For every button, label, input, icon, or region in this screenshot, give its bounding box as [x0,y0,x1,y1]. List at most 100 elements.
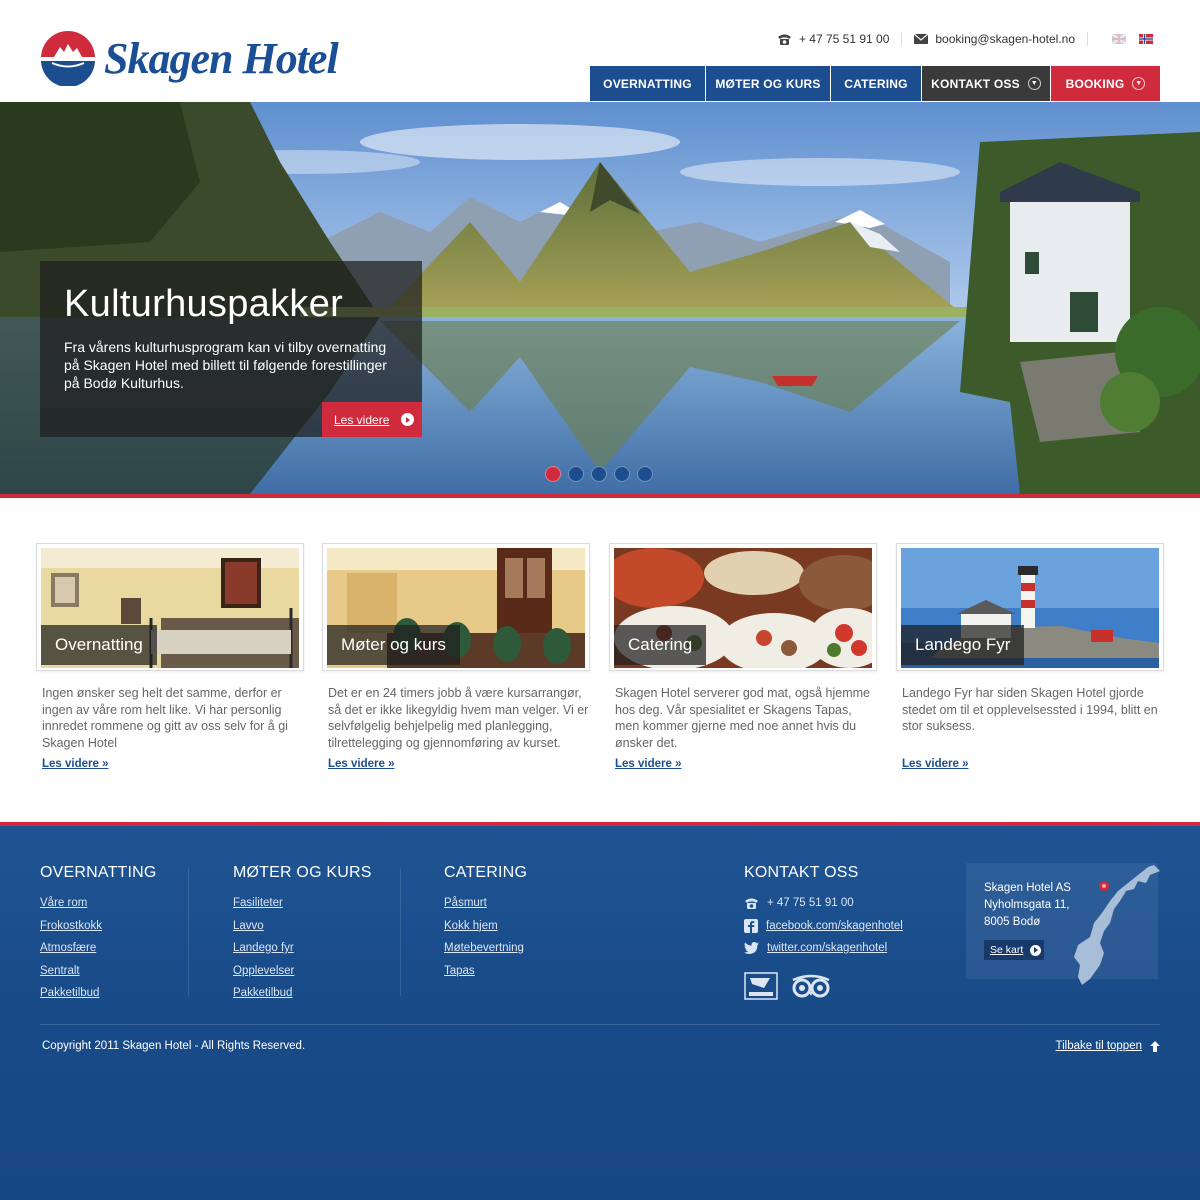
feature-title: Møter og kurs [327,625,460,665]
footer-col-overnatting: Overnatting Våre rom Frokostkokk Atmosfæ… [40,864,157,1005]
footer-twitter: twitter.com/skagenhotel [744,937,903,960]
feature-image-frame[interactable]: Landego Fyr [896,543,1164,671]
see-map-button[interactable]: Se kart [984,940,1044,960]
hero-text: Fra vårens kulturhusprogram kan vi tilby… [64,339,387,391]
footer-link[interactable]: Kokk hjem [444,915,527,938]
footer-col-kontakt: Kontakt oss + 47 75 51 91 00 facebook.co… [744,864,903,1000]
feature-photo: Overnatting [41,548,299,668]
nav-overnatting[interactable]: Overnatting [590,66,706,101]
logo-text: Skagen Hotel [104,33,339,83]
norway-map-icon[interactable] [1054,861,1164,991]
feature-card-catering: Catering Skagen Hotel serverer god mat, … [609,543,877,772]
language-switcher [1112,34,1160,44]
chevron-down-icon: ▼ [1027,77,1041,90]
feature-photo: Landego Fyr [901,548,1159,668]
header-phone[interactable]: + 47 75 51 91 00 [777,32,889,46]
footer-col-catering: Catering Påsmurt Kokk hjem Møtebevertnin… [444,864,527,982]
miljofyrtarn-badge-icon[interactable] [744,971,778,1000]
footer-link[interactable]: Pakketilbud [233,982,372,1005]
feature-card-landego-fyr: Landego Fyr Landego Fyr har siden Skagen… [896,543,1164,772]
footer-link[interactable]: Tapas [444,960,527,983]
feature-read-more-link[interactable]: Les videre » [328,758,394,770]
nav-booking[interactable]: Booking ▼ [1051,66,1160,101]
nav-kontakt-oss[interactable]: Kontakt oss ▼ [922,66,1051,101]
footer-heading: Catering [444,864,528,881]
nav-label: Overnatting [603,76,692,91]
feature-card-overnatting: Overnatting Ingen ønsker seg helt det sa… [36,543,304,772]
phone-icon [745,898,758,909]
phone-icon [777,34,791,45]
slider-dot[interactable] [591,466,607,482]
footer-link[interactable]: Møtebevertning [444,937,527,960]
slider-dot[interactable] [614,466,630,482]
envelope-icon [914,34,929,44]
hero-read-more-button[interactable]: Les videre [322,402,422,437]
slider-pagination [545,466,653,482]
facebook-icon [744,918,758,933]
footer-link[interactable]: Påsmurt [444,892,527,915]
slider-dot[interactable] [637,466,653,482]
footer-link[interactable]: Frokostkokk [40,915,157,938]
back-to-top-link[interactable]: Tilbake til toppen [1055,1040,1160,1052]
feature-title: Catering [614,625,707,665]
slider-dot[interactable] [568,466,584,482]
contact-bar: + 47 75 51 91 00 booking@skagen-hotel.no [777,32,1160,46]
divider [188,868,189,996]
divider [400,868,401,996]
nav-label: Møter og kurs [715,76,821,91]
partner-badges [744,971,903,1000]
feature-image-frame[interactable]: Møter og kurs [322,543,590,671]
feature-photo: Møter og kurs [327,548,585,668]
feature-title: Overnatting [41,625,157,665]
slider-dot[interactable] [545,466,561,482]
feature-description: Ingen ønsker seg helt det samme, derfor … [42,686,288,750]
nav-label: Kontakt oss [931,76,1020,91]
footer-heading: Overnatting [40,864,157,881]
copyright: Copyright 2011 Skagen Hotel - All Rights… [42,1040,306,1052]
logo[interactable]: Skagen Hotel [40,30,339,86]
nav-catering[interactable]: Catering [831,66,922,101]
arrow-up-icon [1150,1040,1160,1052]
twitter-bird-icon [744,942,759,955]
nav-label: Booking [1065,76,1125,91]
footer-link[interactable]: Landego fyr [233,937,372,960]
twitter-link[interactable]: twitter.com/skagenhotel [767,937,887,960]
feature-description: Landego Fyr har siden Skagen Hotel gjord… [902,686,1158,733]
nav-moter-og-kurs[interactable]: Møter og kurs [706,66,831,101]
norwegian-flag-icon[interactable] [1139,34,1153,44]
hero-slider: Kulturhuspakker Fra vårens kulturhusprog… [0,102,1200,494]
facebook-link[interactable]: facebook.com/skagenhotel [766,915,903,938]
feature-description: Det er en 24 timers jobb å være kursarra… [328,686,589,750]
footer-divider [0,822,1200,826]
footer-link[interactable]: Opplevelser [233,960,372,983]
divider [901,32,903,46]
feature-read-more-link[interactable]: Les videre » [615,758,681,770]
footer-phone: + 47 75 51 91 00 [744,892,903,915]
hero-caption-box: Kulturhuspakker Fra vårens kulturhusprog… [40,261,422,437]
feature-read-more-link[interactable]: Les videre » [42,758,108,770]
footer-link[interactable]: Lavvo [233,915,372,938]
footer-link[interactable]: Fasiliteter [233,892,372,915]
main-nav: Overnatting Møter og kurs Catering Konta… [590,66,1160,101]
address-map-box: Skagen Hotel AS Nyholmsgata 11, 8005 Bod… [966,863,1160,985]
feature-image-frame[interactable]: Overnatting [36,543,304,671]
tripadvisor-owl-icon[interactable] [790,974,832,998]
divider [1087,32,1088,46]
divider [40,1024,1160,1025]
feature-read-more-link[interactable]: Les videre » [902,758,968,770]
hero-title: Kulturhuspakker [64,283,344,325]
button-label: Les videre [334,412,390,427]
site-footer: Overnatting Våre rom Frokostkokk Atmosfæ… [0,822,1200,1200]
footer-link[interactable]: Våre rom [40,892,157,915]
site-header: Skagen Hotel + 47 75 51 91 00 booking@sk… [0,0,1200,102]
footer-heading: Møter og kurs [233,864,372,881]
footer-link[interactable]: Pakketilbud [40,982,157,1005]
footer-link[interactable]: Sentralt [40,960,157,983]
header-email[interactable]: booking@skagen-hotel.no [914,32,1075,46]
nav-label: Catering [844,76,908,91]
footer-link[interactable]: Atmosfære [40,937,157,960]
footer-phone-text: + 47 75 51 91 00 [767,897,854,909]
english-flag-icon[interactable] [1112,34,1126,44]
feature-image-frame[interactable]: Catering [609,543,877,671]
back-to-top-label: Tilbake til toppen [1055,1040,1142,1052]
